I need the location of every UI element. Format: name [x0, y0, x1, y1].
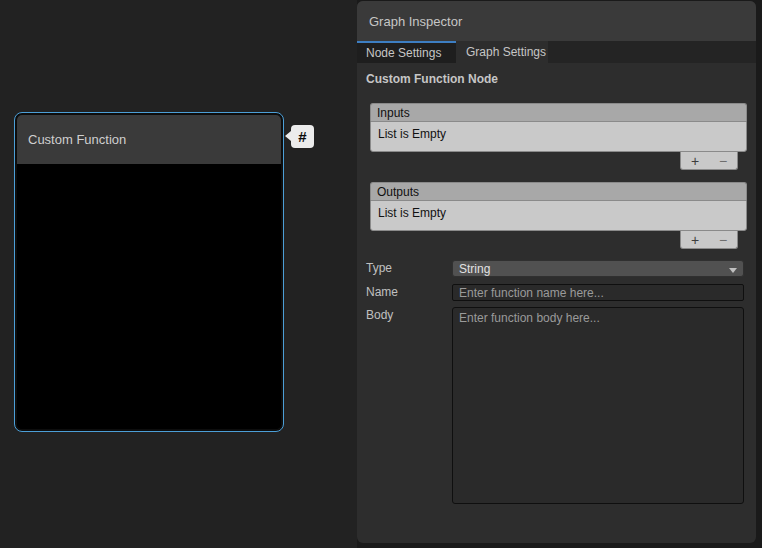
node-title: Custom Function [28, 132, 126, 147]
body-label: Body [366, 308, 393, 322]
type-label: Type [366, 261, 392, 275]
function-name-input[interactable] [452, 284, 744, 301]
tab-node-settings-label: Node Settings [366, 46, 441, 60]
outputs-footer-buttons: + − [680, 231, 738, 249]
tab-graph-settings-label: Graph Settings [466, 45, 546, 59]
node-title-bar[interactable]: Custom Function [17, 115, 281, 164]
inputs-add-button[interactable]: + [691, 154, 699, 168]
inputs-footer: + − [370, 152, 747, 170]
graph-inspector-panel: Graph Inspector Node Settings Graph Sett… [357, 1, 756, 543]
node-settings-heading: Custom Function Node [366, 72, 498, 86]
inputs-header: Inputs [370, 103, 747, 121]
function-body-input[interactable] [452, 307, 744, 504]
hash-icon: # [298, 128, 306, 145]
inspector-title: Graph Inspector [369, 14, 462, 29]
outputs-add-button[interactable]: + [691, 233, 699, 247]
node-preview [17, 164, 281, 429]
tab-node-settings[interactable]: Node Settings [357, 41, 456, 63]
shader-graph-window: Custom Function # Graph Inspector Node S… [0, 0, 762, 548]
inputs-header-label: Inputs [377, 106, 410, 120]
outputs-remove-button[interactable]: − [719, 233, 727, 247]
outputs-header: Outputs [370, 182, 747, 200]
tab-graph-settings[interactable]: Graph Settings [456, 41, 548, 63]
inputs-empty-label: List is Empty [378, 127, 446, 141]
custom-function-node[interactable]: Custom Function [14, 112, 284, 432]
node-container: Custom Function [17, 115, 281, 429]
graph-canvas[interactable]: Custom Function # [0, 0, 357, 548]
inspector-tabs: Node Settings Graph Settings [357, 41, 756, 63]
name-label: Name [366, 285, 398, 299]
inputs-remove-button[interactable]: − [719, 154, 727, 168]
outputs-section: Outputs List is Empty + − [370, 182, 747, 249]
type-dropdown[interactable]: String [452, 260, 744, 277]
inputs-list: List is Empty [370, 121, 747, 152]
type-dropdown-value: String [459, 262, 490, 276]
node-hash-badge[interactable]: # [291, 125, 314, 148]
chevron-down-icon [729, 268, 737, 273]
outputs-header-label: Outputs [377, 185, 419, 199]
outputs-list: List is Empty [370, 200, 747, 231]
inputs-section: Inputs List is Empty + − [370, 103, 747, 170]
outputs-footer: + − [370, 231, 747, 249]
outputs-empty-label: List is Empty [378, 206, 446, 220]
inputs-footer-buttons: + − [680, 152, 738, 170]
inspector-title-bar[interactable]: Graph Inspector [357, 1, 756, 41]
